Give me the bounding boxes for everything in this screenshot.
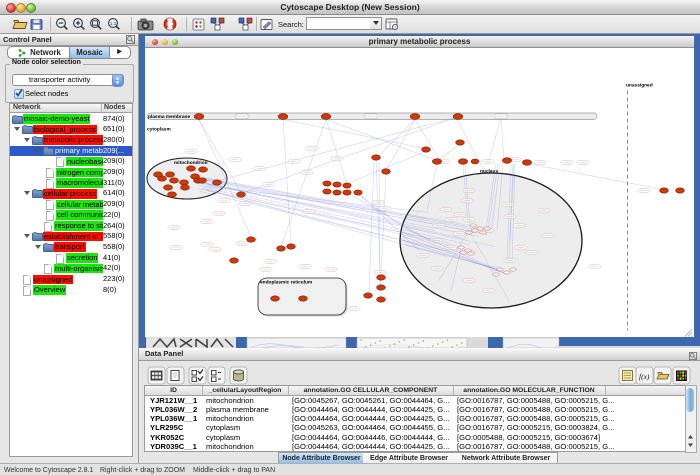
svg-text:cytoplasm: cytoplasm xyxy=(147,127,171,133)
svg-text:f(x): f(x) xyxy=(639,372,650,381)
svg-text:endoplasmic reticulum: endoplasmic reticulum xyxy=(260,280,312,286)
svg-text:1:1: 1:1 xyxy=(110,21,117,26)
svg-text:mitochondrion: mitochondrion xyxy=(174,160,208,166)
svg-text:nucleus: nucleus xyxy=(480,168,498,174)
svg-text:plasma membrane: plasma membrane xyxy=(148,114,190,120)
svg-text:unassigned: unassigned xyxy=(626,83,653,89)
